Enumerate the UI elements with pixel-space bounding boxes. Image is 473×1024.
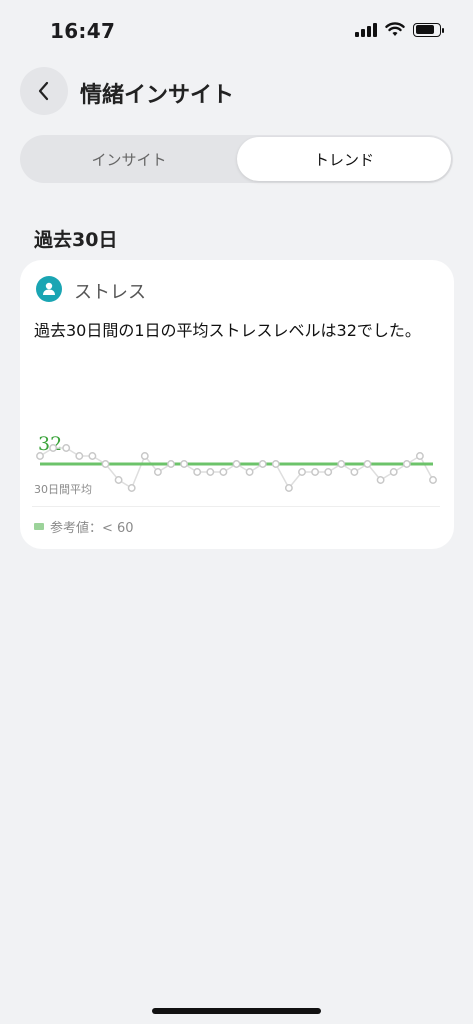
data-point: [88, 452, 97, 460]
stress-series-line: [39, 447, 434, 490]
stress-icon: [36, 276, 62, 302]
data-point: [180, 460, 189, 468]
data-point: [271, 460, 280, 468]
wifi-icon: [385, 22, 405, 36]
chevron-left-icon: [38, 81, 49, 101]
data-point: [193, 468, 202, 476]
segmented-control: インサイト トレンド: [20, 135, 453, 183]
legend-swatch: [34, 523, 44, 530]
average-caption: 30日間平均: [34, 483, 92, 496]
data-point: [219, 468, 228, 476]
data-point: [245, 468, 254, 476]
status-icons: [355, 22, 444, 37]
divider: [32, 506, 440, 507]
battery-icon: [413, 22, 444, 37]
home-indicator: [152, 1008, 321, 1014]
summary-text: 過去30日間の1日の平均ストレスレベルは32でした。: [34, 321, 421, 340]
average-value-label: 32: [38, 433, 62, 455]
metric-label: ストレス: [74, 282, 146, 303]
data-point: [114, 476, 123, 484]
data-point: [324, 468, 333, 476]
legend: 参考値：< 60: [34, 517, 134, 536]
data-point: [389, 468, 398, 476]
data-point: [415, 452, 424, 460]
data-point: [75, 452, 84, 460]
data-point: [153, 468, 162, 476]
data-point: [101, 460, 110, 468]
tab-trend[interactable]: トレンド: [237, 137, 451, 181]
data-point: [350, 468, 359, 476]
cellular-signal-icon: [355, 22, 377, 37]
data-point: [62, 444, 71, 452]
data-point: [376, 476, 385, 484]
back-button[interactable]: [20, 67, 68, 115]
stress-card[interactable]: ストレス 過去30日間の1日の平均ストレスレベルは32でした。 32 30日間平…: [20, 260, 454, 549]
data-point: [232, 460, 241, 468]
data-point: [140, 452, 149, 460]
data-point: [258, 460, 267, 468]
reference-value: 参考値：< 60: [50, 521, 134, 536]
page-title: 情緒インサイト: [80, 83, 235, 108]
data-point: [49, 444, 58, 452]
data-point: [284, 484, 293, 492]
data-point: [337, 460, 346, 468]
data-point: [206, 468, 215, 476]
data-point: [402, 460, 411, 468]
status-time: 16:47: [50, 19, 116, 43]
data-point: [429, 476, 437, 484]
tab-insight[interactable]: インサイト: [22, 137, 236, 181]
data-point: [311, 468, 320, 476]
stress-trend-chart: 32 30日間平均: [34, 433, 437, 496]
header: 情緒インサイト: [0, 66, 473, 116]
status-bar: 16:47: [0, 0, 473, 60]
data-point: [127, 484, 136, 492]
data-point: [363, 460, 372, 468]
data-point: [167, 460, 175, 468]
data-point: [298, 468, 306, 476]
section-title: 過去30日: [34, 229, 118, 251]
data-point: [36, 452, 44, 460]
